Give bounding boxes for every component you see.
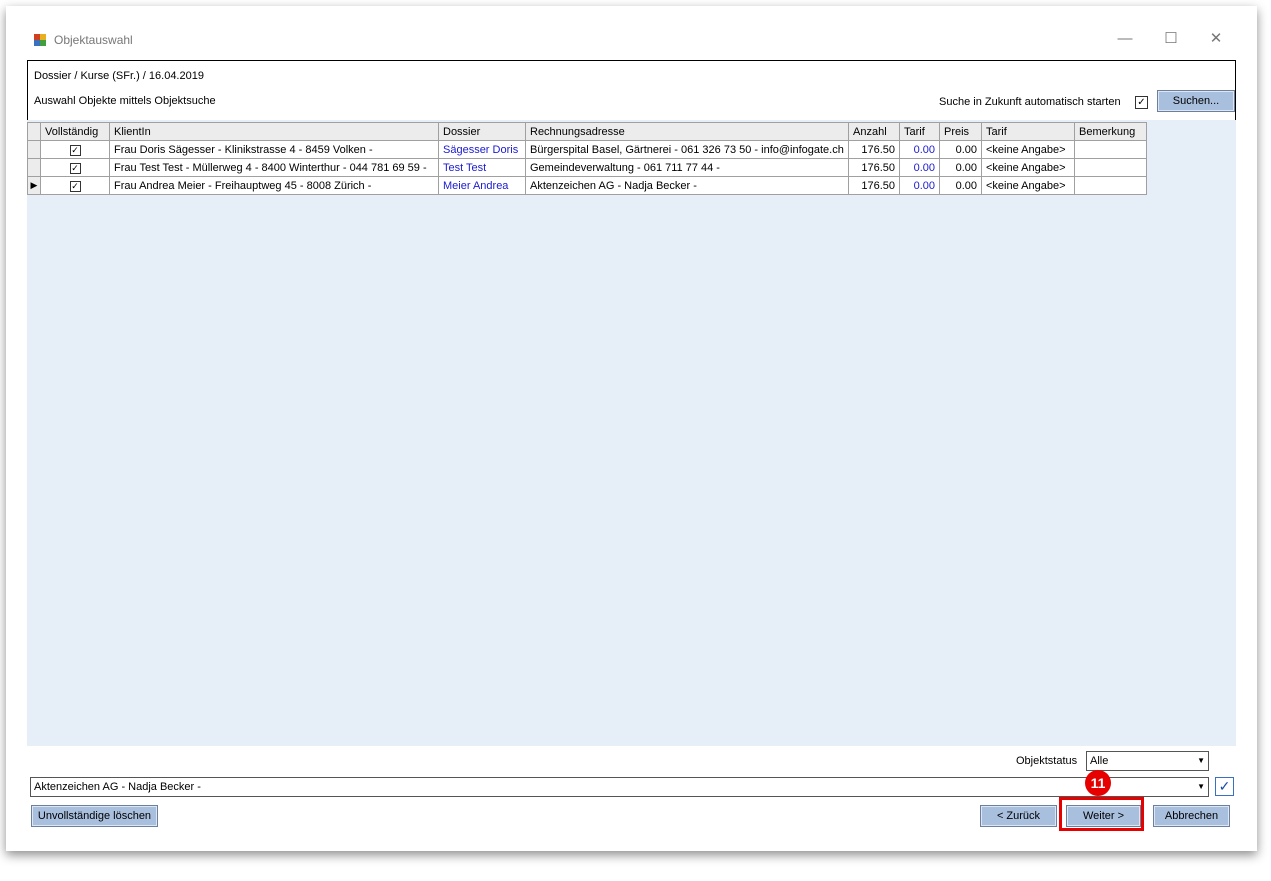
cancel-button[interactable]: Abbrechen	[1153, 805, 1230, 827]
table-row[interactable]: ✓ Frau Test Test - Müllerweg 4 - 8400 Wi…	[27, 158, 1147, 177]
tarif-name-cell[interactable]: <keine Angabe>	[981, 158, 1075, 177]
back-button[interactable]: < Zurück	[980, 805, 1057, 827]
bemerkung-cell[interactable]	[1074, 140, 1147, 159]
chevron-down-icon: ▼	[1197, 782, 1205, 791]
dossier-link[interactable]: Test Test	[438, 158, 526, 177]
tarif-name-cell[interactable]: <keine Angabe>	[981, 140, 1075, 159]
preis-cell[interactable]: 0.00	[939, 158, 982, 177]
complete-checkbox[interactable]: ✓	[69, 162, 81, 174]
anzahl-cell[interactable]: 176.50	[848, 176, 900, 195]
minimize-button[interactable]: —	[1102, 28, 1148, 50]
col-header[interactable]: Anzahl	[848, 122, 900, 141]
step-badge: 11	[1085, 770, 1111, 796]
preis-cell[interactable]: 0.00	[939, 140, 982, 159]
auto-start-checkbox[interactable]: ✓	[1135, 96, 1148, 109]
auto-start-label: Suche in Zukunft automatisch starten	[939, 96, 1121, 108]
address-cell[interactable]: Aktenzeichen AG - Nadja Becker -	[525, 176, 849, 195]
bemerkung-cell[interactable]	[1074, 176, 1147, 195]
app-icon	[34, 34, 46, 46]
address-cell[interactable]: Gemeindeverwaltung - 061 711 77 44 -	[525, 158, 849, 177]
row-indicator-header	[27, 122, 41, 141]
address-value: Aktenzeichen AG - Nadja Becker -	[34, 781, 201, 793]
klient-cell[interactable]: Frau Test Test - Müllerweg 4 - 8400 Wint…	[109, 158, 439, 177]
klient-cell[interactable]: Frau Andrea Meier - Freihauptweg 45 - 80…	[109, 176, 439, 195]
row-indicator[interactable]	[27, 140, 41, 159]
results-grid-area: Vollständig KlientIn Dossier Rechnungsad…	[27, 120, 1236, 746]
objektauswahl-window: Objektauswahl — ☐ ✕ Dossier / Kurse (SFr…	[6, 6, 1257, 851]
delete-incomplete-button[interactable]: Unvollständige löschen	[31, 805, 158, 827]
header-panel: Dossier / Kurse (SFr.) / 16.04.2019 Ausw…	[27, 60, 1236, 121]
complete-checkbox[interactable]: ✓	[69, 180, 81, 192]
anzahl-cell[interactable]: 176.50	[848, 140, 900, 159]
objektstatus-select[interactable]: Alle ▼	[1086, 751, 1209, 771]
col-header[interactable]: Preis	[939, 122, 982, 141]
row-indicator[interactable]: ▶	[27, 176, 41, 195]
maximize-button[interactable]: ☐	[1148, 28, 1194, 50]
table-row[interactable]: ▶ ✓ Frau Andrea Meier - Freihauptweg 45 …	[27, 176, 1147, 195]
grid-header-row: Vollständig KlientIn Dossier Rechnungsad…	[27, 122, 1147, 141]
col-header[interactable]: Vollständig	[40, 122, 110, 141]
tarif-cell[interactable]: 0.00	[899, 140, 940, 159]
results-grid: Vollständig KlientIn Dossier Rechnungsad…	[27, 122, 1147, 195]
objektstatus-value: Alle	[1090, 755, 1109, 767]
close-button[interactable]: ✕	[1193, 28, 1239, 50]
confirm-check-icon[interactable]: ✓	[1215, 777, 1234, 796]
complete-checkbox[interactable]: ✓	[69, 144, 81, 156]
col-header[interactable]: Dossier	[438, 122, 526, 141]
search-button[interactable]: Suchen...	[1157, 90, 1235, 112]
preis-cell[interactable]: 0.00	[939, 176, 982, 195]
context-path: Dossier / Kurse (SFr.) / 16.04.2019	[34, 70, 204, 82]
col-header[interactable]: Rechnungsadresse	[525, 122, 849, 141]
tarif-name-cell[interactable]: <keine Angabe>	[981, 176, 1075, 195]
col-header[interactable]: Tarif	[899, 122, 940, 141]
col-header[interactable]: Bemerkung	[1074, 122, 1147, 141]
col-header[interactable]: Tarif	[981, 122, 1075, 141]
col-header[interactable]: KlientIn	[109, 122, 439, 141]
address-cell[interactable]: Bürgerspital Basel, Gärtnerei - 061 326 …	[525, 140, 849, 159]
tarif-cell[interactable]: 0.00	[899, 176, 940, 195]
dossier-link[interactable]: Sägesser Doris	[438, 140, 526, 159]
search-subtitle: Auswahl Objekte mittels Objektsuche	[34, 95, 216, 107]
table-row[interactable]: ✓ Frau Doris Sägesser - Klinikstrasse 4 …	[27, 140, 1147, 159]
chevron-down-icon: ▼	[1197, 756, 1205, 765]
address-select[interactable]: Aktenzeichen AG - Nadja Becker - ▼	[30, 777, 1209, 797]
row-indicator[interactable]	[27, 158, 41, 177]
tarif-cell[interactable]: 0.00	[899, 158, 940, 177]
bemerkung-cell[interactable]	[1074, 158, 1147, 177]
highlight-box	[1059, 797, 1144, 831]
objektstatus-label: Objektstatus	[1016, 755, 1078, 767]
klient-cell[interactable]: Frau Doris Sägesser - Klinikstrasse 4 - …	[109, 140, 439, 159]
anzahl-cell[interactable]: 176.50	[848, 158, 900, 177]
title-bar: Objektauswahl — ☐ ✕	[6, 6, 1257, 47]
window-title: Objektauswahl	[54, 33, 133, 47]
dossier-link[interactable]: Meier Andrea	[438, 176, 526, 195]
